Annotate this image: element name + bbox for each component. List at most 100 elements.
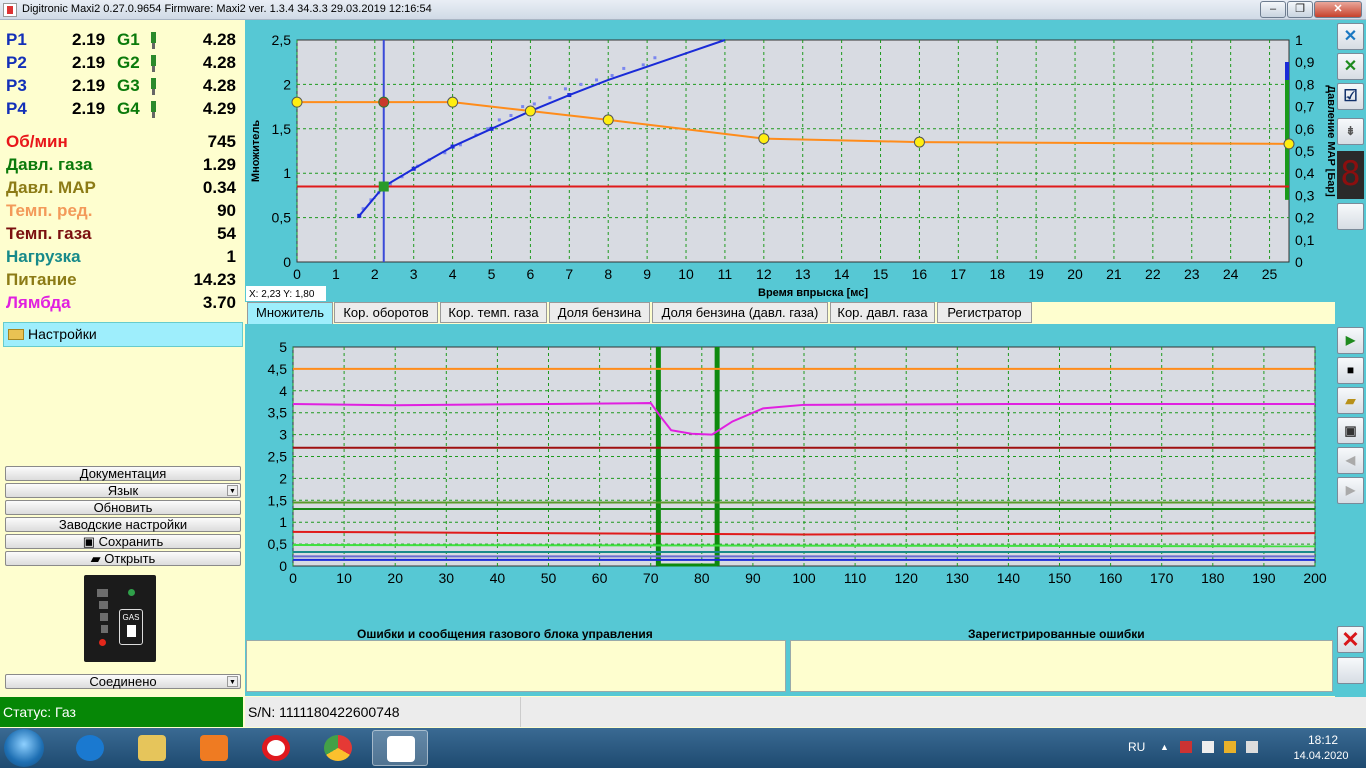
blank-button[interactable] bbox=[1337, 203, 1364, 230]
settings-tree-header[interactable]: Настройки bbox=[3, 322, 243, 347]
factory-settings-button[interactable]: Заводские настройки bbox=[5, 517, 241, 532]
refresh-button[interactable]: Обновить bbox=[5, 500, 241, 515]
multiplier-point bbox=[913, 136, 925, 148]
folder-open-icon: ▰ bbox=[1345, 393, 1356, 408]
param-reducer-temp: Темп. ред. 90 bbox=[6, 201, 240, 223]
maximize-button[interactable]: ❐ bbox=[1287, 1, 1313, 18]
taskbar-chrome[interactable] bbox=[310, 730, 366, 766]
level-bar bbox=[101, 625, 108, 633]
compress-icon: ⇟ bbox=[1345, 124, 1356, 138]
accept-map-button[interactable]: ✕ bbox=[1337, 53, 1364, 80]
volume-icon[interactable] bbox=[1246, 741, 1258, 753]
tab-gas-pressure-correction[interactable]: Кор. давл. газа bbox=[830, 302, 935, 323]
x-tick-label: 18 bbox=[989, 266, 1005, 282]
x-tick-label: 22 bbox=[1145, 266, 1161, 282]
petrol-injector-label: P3 bbox=[6, 76, 27, 95]
cursor-map-marker bbox=[378, 181, 389, 192]
taskbar-opera[interactable] bbox=[248, 730, 304, 766]
folder-icon bbox=[8, 329, 24, 340]
scroll-left-button[interactable]: ◀ bbox=[1337, 447, 1364, 474]
ecu-errors-list[interactable] bbox=[246, 640, 786, 692]
tab-petrol-share-gas-pressure[interactable]: Доля бензина (давл. газа) bbox=[652, 302, 828, 323]
open-button[interactable]: ▰ Открыть bbox=[5, 551, 241, 566]
registered-errors-list[interactable] bbox=[790, 640, 1333, 692]
left-panel: P1 2.19 G1 4.28 P2 2.19 G2 4.28 P3 2.19 … bbox=[0, 20, 245, 696]
language-label: Язык bbox=[107, 483, 139, 498]
x-axis-title: Время впрыска [мс] bbox=[758, 287, 868, 299]
taskbar-file-explorer[interactable] bbox=[124, 730, 180, 766]
scatter-point bbox=[509, 113, 513, 117]
gas-button[interactable]: GAS bbox=[119, 609, 143, 645]
multiplier-chart[interactable]: 0 1 2 3 4 5 6 7 8 9 10 11 12 13 14 15 16 17 18 19 20 21 22 23 24… bbox=[245, 20, 1337, 302]
app-window: Digitronic Maxi2 0.27.0.9654 Firmware: M… bbox=[0, 0, 1366, 768]
tab-multiplier[interactable]: Множитель bbox=[247, 302, 333, 324]
clock-time[interactable]: 18:12 bbox=[1298, 733, 1348, 747]
y-tick-label: 0,5 bbox=[268, 536, 288, 552]
y-tick-label: 0 bbox=[279, 558, 287, 574]
close-window-button[interactable]: ✕ bbox=[1314, 1, 1362, 18]
gas-label: GAS bbox=[122, 613, 140, 622]
injector-icon bbox=[149, 55, 158, 72]
save-label: Сохранить bbox=[98, 534, 164, 549]
scatter-point bbox=[548, 96, 552, 100]
start-button[interactable] bbox=[4, 729, 44, 767]
chart-tabs: Множитель Кор. оборотов Кор. темп. газа … bbox=[245, 302, 1335, 324]
map-current-indicator bbox=[1285, 62, 1289, 80]
gas-injector-label: G4 bbox=[117, 99, 140, 118]
param-value: 1.29 bbox=[202, 155, 236, 174]
multiplier-chart-panel: 0 1 2 3 4 5 6 7 8 9 10 11 12 13 14 15 16 17 18 19 20 21 22 23 24… bbox=[245, 20, 1337, 302]
network-icon[interactable] bbox=[1224, 741, 1236, 753]
injector-icon bbox=[149, 32, 158, 49]
scroll-right-button[interactable]: ▶ bbox=[1337, 477, 1364, 504]
param-label: Питание bbox=[6, 270, 77, 289]
minimize-button[interactable]: ‒ bbox=[1260, 1, 1286, 18]
clear-errors-button[interactable]: ✕ bbox=[1337, 626, 1364, 653]
language-dropdown[interactable]: Язык ▼ bbox=[5, 483, 241, 498]
settings-label: Настройки bbox=[28, 326, 97, 342]
play-button[interactable]: ▶ bbox=[1337, 327, 1364, 354]
param-label: Темп. ред. bbox=[6, 201, 93, 220]
recorder-chart[interactable]: 0 10 20 30 40 50 60 70 80 90 100 110 120 130 140 150 160… bbox=[245, 324, 1335, 624]
show-hidden-icon[interactable]: ▲ bbox=[1160, 742, 1172, 754]
y-tick-label: 4,5 bbox=[268, 361, 288, 377]
x-tick-label: 100 bbox=[792, 570, 816, 586]
taskbar-internet-explorer[interactable] bbox=[62, 730, 118, 766]
tab-rpm-correction[interactable]: Кор. оборотов bbox=[334, 302, 438, 323]
open-recording-button[interactable]: ▰ bbox=[1337, 387, 1364, 414]
stop-button[interactable]: ■ bbox=[1337, 357, 1364, 384]
gas-switch-panel[interactable]: GAS bbox=[84, 575, 156, 662]
x-tick-label: 19 bbox=[1028, 266, 1044, 282]
documentation-button[interactable]: Документация bbox=[5, 466, 241, 481]
y2-tick-label: 0,8 bbox=[1295, 76, 1315, 92]
connection-dropdown[interactable]: Соединено ▼ bbox=[5, 674, 241, 689]
opera-icon bbox=[262, 735, 290, 761]
close-map-button[interactable]: ✕ bbox=[1337, 23, 1364, 50]
save-recording-button[interactable]: ▣ bbox=[1337, 417, 1364, 444]
curve-point bbox=[450, 144, 455, 149]
y2-tick-label: 0,2 bbox=[1295, 210, 1315, 226]
petrol-injector-label: P4 bbox=[6, 99, 27, 118]
x-tick-label: 170 bbox=[1150, 570, 1174, 586]
tab-gas-temp-correction[interactable]: Кор. темп. газа bbox=[440, 302, 547, 323]
param-voltage: Питание 14.23 bbox=[6, 270, 240, 292]
tab-recorder[interactable]: Регистратор bbox=[937, 302, 1032, 323]
tab-petrol-share[interactable]: Доля бензина bbox=[549, 302, 650, 323]
collapse-button[interactable]: ⇟ bbox=[1337, 118, 1364, 145]
language-indicator[interactable]: RU bbox=[1128, 740, 1145, 754]
save-button[interactable]: ▣ Сохранить bbox=[5, 534, 241, 549]
param-value: 54 bbox=[217, 224, 236, 243]
status-led-red bbox=[99, 639, 106, 646]
blank-button[interactable] bbox=[1337, 657, 1364, 684]
clock-date[interactable]: 14.04.2020 bbox=[1286, 750, 1356, 762]
device-icon[interactable] bbox=[1180, 741, 1192, 753]
x-tick-label: 120 bbox=[895, 570, 919, 586]
check-button[interactable]: ☑ bbox=[1337, 83, 1364, 110]
x-tick-label: 130 bbox=[946, 570, 970, 586]
flag-icon[interactable] bbox=[1202, 741, 1214, 753]
x-tick-label: 4 bbox=[449, 266, 457, 282]
taskbar-media-player[interactable] bbox=[186, 730, 242, 766]
registered-errors-title: Зарегистрированные ошибки bbox=[968, 627, 1145, 641]
x-blue-icon: ✕ bbox=[1343, 28, 1358, 45]
x-tick-label: 6 bbox=[527, 266, 535, 282]
taskbar-digitronic[interactable] bbox=[372, 730, 428, 766]
